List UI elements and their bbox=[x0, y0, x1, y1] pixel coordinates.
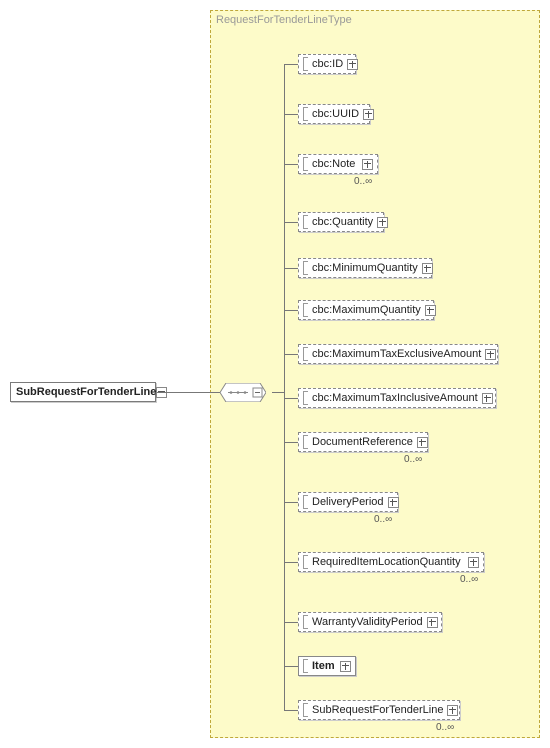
expand-icon[interactable] bbox=[422, 263, 433, 274]
expand-icon[interactable] bbox=[340, 661, 351, 672]
element-label: cbc:MinimumQuantity bbox=[312, 262, 418, 274]
connector-line bbox=[284, 442, 298, 443]
element-label: DocumentReference bbox=[312, 436, 413, 448]
element-label: WarrantyValidityPeriod bbox=[312, 616, 423, 628]
diagram-canvas: { "root": { "label": "SubRequestForTende… bbox=[0, 0, 550, 748]
element-node[interactable]: cbc:MinimumQuantity bbox=[298, 258, 432, 278]
connector-line bbox=[284, 622, 298, 623]
expand-icon[interactable] bbox=[468, 557, 479, 568]
element-label: SubRequestForTenderLine bbox=[312, 704, 443, 716]
cardinality-label: 0..∞ bbox=[404, 454, 422, 465]
element-node[interactable]: cbc:Quantity bbox=[298, 212, 384, 232]
expand-icon[interactable] bbox=[362, 159, 373, 170]
element-label: RequiredItemLocationQuantity bbox=[312, 556, 461, 568]
expand-icon[interactable] bbox=[425, 305, 436, 316]
cardinality-label: 0..∞ bbox=[436, 722, 454, 733]
complex-type-label: RequestForTenderLineType bbox=[216, 14, 352, 26]
connector-line bbox=[284, 354, 298, 355]
element-marker-icon bbox=[303, 157, 308, 171]
expand-icon[interactable] bbox=[427, 617, 438, 628]
element-node[interactable]: cbc:MaximumTaxInclusiveAmount bbox=[298, 388, 496, 408]
root-element-label: SubRequestForTenderLine bbox=[16, 386, 156, 398]
element-label: Item bbox=[312, 660, 335, 672]
element-marker-icon bbox=[303, 703, 308, 717]
expand-icon[interactable] bbox=[447, 705, 458, 716]
expand-icon[interactable] bbox=[377, 217, 388, 228]
sequence-compositor[interactable] bbox=[220, 383, 266, 402]
element-label: cbc:MaximumQuantity bbox=[312, 304, 421, 316]
element-node[interactable]: RequiredItemLocationQuantity bbox=[298, 552, 484, 572]
connector-line bbox=[284, 562, 298, 563]
element-node[interactable]: WarrantyValidityPeriod bbox=[298, 612, 442, 632]
expand-icon[interactable] bbox=[347, 59, 358, 70]
element-node[interactable]: cbc:UUID bbox=[298, 104, 370, 124]
element-label: cbc:UUID bbox=[312, 108, 359, 120]
element-node[interactable]: cbc:MaximumQuantity bbox=[298, 300, 434, 320]
connector-line bbox=[284, 502, 298, 503]
element-marker-icon bbox=[303, 495, 308, 509]
connector-line bbox=[272, 392, 284, 393]
connector-line bbox=[284, 64, 285, 710]
element-label: DeliveryPeriod bbox=[312, 496, 384, 508]
cardinality-label: 0..∞ bbox=[460, 574, 478, 585]
cardinality-label: 0..∞ bbox=[354, 176, 372, 187]
element-marker-icon bbox=[303, 615, 308, 629]
element-label: cbc:ID bbox=[312, 58, 343, 70]
expand-icon[interactable] bbox=[388, 497, 399, 508]
element-label: cbc:MaximumTaxInclusiveAmount bbox=[312, 392, 478, 404]
element-node[interactable]: cbc:Note bbox=[298, 154, 378, 174]
element-label: cbc:MaximumTaxExclusiveAmount bbox=[312, 348, 481, 360]
element-node[interactable]: cbc:MaximumTaxExclusiveAmount bbox=[298, 344, 498, 364]
element-marker-icon bbox=[303, 435, 308, 449]
root-element-box[interactable]: SubRequestForTenderLine bbox=[10, 382, 156, 402]
element-marker-icon bbox=[303, 107, 308, 121]
cardinality-label: 0..∞ bbox=[374, 514, 392, 525]
element-marker-icon bbox=[303, 659, 308, 673]
element-node[interactable]: DeliveryPeriod bbox=[298, 492, 398, 512]
element-marker-icon bbox=[303, 391, 308, 405]
element-marker-icon bbox=[303, 347, 308, 361]
connector-line bbox=[284, 268, 298, 269]
connector-line bbox=[284, 310, 298, 311]
connector-line bbox=[284, 64, 298, 65]
connector-line bbox=[284, 710, 298, 711]
element-node[interactable]: DocumentReference bbox=[298, 432, 428, 452]
element-marker-icon bbox=[303, 303, 308, 317]
element-marker-icon bbox=[303, 57, 308, 71]
element-node[interactable]: cbc:ID bbox=[298, 54, 356, 74]
connector-line bbox=[284, 398, 298, 399]
expand-icon[interactable] bbox=[485, 349, 496, 360]
element-marker-icon bbox=[303, 261, 308, 275]
element-marker-icon bbox=[303, 215, 308, 229]
expand-icon[interactable] bbox=[417, 437, 428, 448]
expand-icon[interactable] bbox=[363, 109, 374, 120]
connector-line bbox=[284, 666, 298, 667]
expand-icon[interactable] bbox=[482, 393, 493, 404]
element-label: cbc:Note bbox=[312, 158, 355, 170]
connector-line bbox=[157, 392, 220, 393]
element-node[interactable]: SubRequestForTenderLine bbox=[298, 700, 460, 720]
element-node[interactable]: Item bbox=[298, 656, 356, 676]
connector-line bbox=[284, 114, 298, 115]
connector-line bbox=[284, 164, 298, 165]
element-label: cbc:Quantity bbox=[312, 216, 373, 228]
element-marker-icon bbox=[303, 555, 308, 569]
connector-line bbox=[284, 222, 298, 223]
